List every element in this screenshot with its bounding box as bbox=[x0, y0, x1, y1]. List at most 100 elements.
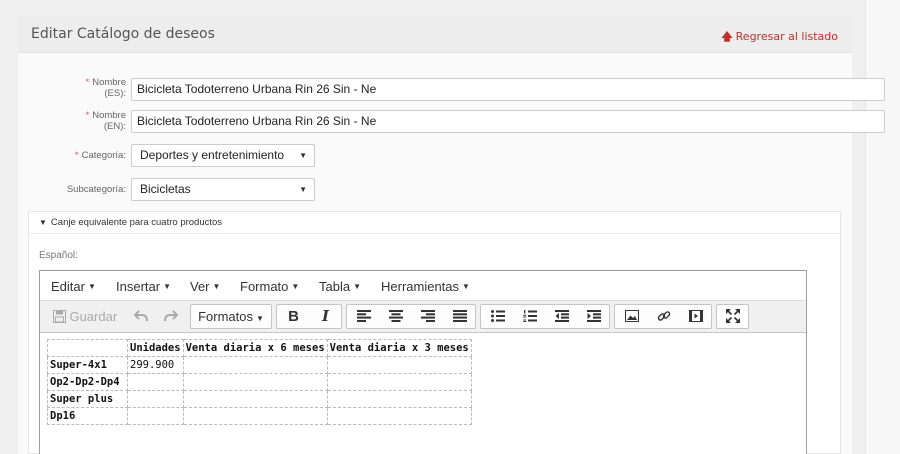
align-justify-button[interactable] bbox=[444, 305, 475, 328]
table-header-row: Unidades Venta diaria x 6 meses Venta di… bbox=[47, 339, 472, 357]
nombre-en-input[interactable]: Bicicleta Todoterreno Urbana Rin 26 Sin … bbox=[131, 110, 885, 133]
save-button[interactable]: Guardar bbox=[50, 305, 120, 328]
table-cell[interactable] bbox=[127, 390, 184, 408]
indent-button[interactable] bbox=[578, 305, 609, 328]
panel-header: Editar Catálogo de deseos 🡅 Regresar al l… bbox=[18, 16, 852, 53]
triangle-down-icon: ▼ bbox=[39, 218, 47, 227]
align-center-button[interactable] bbox=[380, 305, 411, 328]
table-cell[interactable] bbox=[182, 407, 328, 425]
fullscreen-icon bbox=[725, 309, 740, 323]
section-header[interactable]: ▼ Canje equivalente para cuatro productos bbox=[29, 212, 840, 234]
table-cell[interactable]: Dp16 bbox=[47, 407, 128, 425]
nombre-en-label: * Nombre (EN): bbox=[85, 110, 127, 132]
align-left-icon bbox=[356, 310, 371, 322]
formats-dropdown[interactable]: Formatos ▼ bbox=[191, 305, 271, 328]
text-style-group: B I bbox=[276, 304, 342, 329]
table-cell[interactable]: Super plus bbox=[47, 390, 128, 408]
table-cell[interactable] bbox=[127, 373, 184, 391]
editor-content-area[interactable]: Unidades Venta diaria x 6 meses Venta di… bbox=[40, 334, 806, 454]
menu-tabla[interactable]: Tabla ▼ bbox=[319, 279, 361, 294]
back-to-list-link[interactable]: 🡅 Regresar al listado bbox=[721, 28, 838, 47]
caret-down-icon: ▼ bbox=[353, 282, 361, 291]
rich-text-editor: Editar ▼ Insertar ▼ Ver ▼ Formato ▼ Tabla ▼ H… bbox=[39, 270, 807, 454]
save-label: Guardar bbox=[69, 309, 118, 324]
numbered-list-button[interactable] bbox=[514, 305, 545, 328]
table-cell[interactable] bbox=[127, 407, 184, 425]
subcategoria-label: Subcategoría: bbox=[66, 184, 126, 195]
table-header-cell[interactable]: Venta diaria x 6 meses bbox=[182, 339, 328, 357]
bold-button[interactable]: B bbox=[278, 305, 309, 328]
undo-icon bbox=[133, 310, 148, 322]
caret-down-icon: ▼ bbox=[462, 282, 470, 291]
outdent-button[interactable] bbox=[546, 305, 577, 328]
editor-menubar: Editar ▼ Insertar ▼ Ver ▼ Formato ▼ Tabla ▼ H… bbox=[40, 271, 806, 301]
media-icon bbox=[688, 310, 703, 322]
link-icon bbox=[657, 311, 670, 321]
caret-down-icon: ▼ bbox=[255, 314, 264, 323]
table-cell[interactable] bbox=[326, 390, 472, 408]
align-justify-icon bbox=[452, 310, 467, 322]
indent-icon bbox=[586, 310, 601, 322]
arrow-up-icon: 🡅 bbox=[721, 30, 733, 43]
italic-button[interactable]: I bbox=[310, 305, 341, 328]
formats-group: Formatos ▼ bbox=[190, 304, 272, 329]
numbered-list-icon bbox=[522, 310, 537, 322]
align-right-button[interactable] bbox=[412, 305, 443, 328]
insert-link-button[interactable] bbox=[648, 305, 679, 328]
categoria-value: Deportes y entretenimiento bbox=[140, 148, 285, 162]
outdent-icon bbox=[554, 310, 569, 322]
list-group bbox=[480, 304, 610, 329]
table-cell[interactable]: Super-4x1 bbox=[47, 356, 128, 374]
table-header-cell[interactable]: Unidades bbox=[127, 339, 184, 357]
nombre-es-input[interactable]: Bicicleta Todoterreno Urbana Rin 26 Sin … bbox=[131, 78, 885, 101]
align-center-icon bbox=[388, 310, 403, 322]
fullscreen-button[interactable] bbox=[717, 305, 748, 328]
table-row: Super plus bbox=[47, 390, 472, 408]
undo-button[interactable] bbox=[130, 305, 152, 328]
chevron-down-icon: ▼ bbox=[299, 151, 307, 160]
table-cell[interactable] bbox=[326, 407, 472, 425]
data-table[interactable]: Unidades Venta diaria x 6 meses Venta di… bbox=[47, 339, 472, 425]
align-right-icon bbox=[420, 310, 435, 322]
caret-down-icon: ▼ bbox=[212, 282, 221, 291]
alignment-group bbox=[346, 304, 476, 329]
align-left-button[interactable] bbox=[348, 305, 379, 328]
menu-editar[interactable]: Editar ▼ bbox=[51, 279, 96, 294]
right-background-strip bbox=[865, 0, 900, 454]
redo-icon bbox=[164, 310, 179, 322]
fullscreen-group bbox=[716, 304, 749, 329]
language-label: Español: bbox=[39, 250, 78, 261]
edit-panel: Editar Catálogo de deseos 🡅 Regresar al l… bbox=[18, 16, 885, 454]
subcategoria-value: Bicicletas bbox=[140, 182, 191, 196]
table-cell[interactable]: Op2-Dp2-Dp4 bbox=[47, 373, 128, 391]
caret-down-icon: ▼ bbox=[291, 282, 300, 291]
image-icon bbox=[624, 310, 639, 322]
table-row: Op2-Dp2-Dp4 bbox=[47, 373, 472, 391]
subcategoria-select[interactable]: Bicicletas ▼ bbox=[131, 178, 315, 201]
section-title: Canje equivalente para cuatro productos bbox=[50, 217, 223, 228]
bullet-list-icon bbox=[490, 310, 505, 322]
table-header-cell[interactable]: Venta diaria x 3 meses bbox=[326, 339, 472, 357]
back-link-label: Regresar al listado bbox=[735, 30, 838, 43]
table-cell[interactable] bbox=[326, 373, 472, 391]
table-cell[interactable] bbox=[182, 356, 328, 374]
table-cell[interactable]: 299.900 bbox=[127, 356, 184, 374]
page-title: Editar Catálogo de deseos bbox=[31, 26, 215, 42]
bullet-list-button[interactable] bbox=[482, 305, 513, 328]
table-cell[interactable] bbox=[326, 356, 472, 374]
menu-herramientas[interactable]: Herramientas ▼ bbox=[381, 279, 470, 294]
menu-insertar[interactable]: Insertar ▼ bbox=[116, 279, 171, 294]
canje-section: ▼ Canje equivalente para cuatro productos… bbox=[28, 211, 841, 454]
nombre-es-label: * Nombre (ES): bbox=[85, 77, 127, 99]
insert-image-button[interactable] bbox=[616, 305, 647, 328]
table-cell[interactable] bbox=[182, 390, 328, 408]
floppy-icon bbox=[52, 310, 66, 323]
editor-toolbar: Guardar Formatos ▼ B I bbox=[40, 301, 806, 333]
redo-button[interactable] bbox=[160, 305, 182, 328]
insert-media-button[interactable] bbox=[680, 305, 711, 328]
menu-formato[interactable]: Formato ▼ bbox=[240, 279, 299, 294]
table-cell[interactable] bbox=[182, 373, 328, 391]
categoria-select[interactable]: Deportes y entretenimiento ▼ bbox=[131, 144, 315, 167]
menu-ver[interactable]: Ver ▼ bbox=[190, 279, 220, 294]
table-cell[interactable] bbox=[47, 339, 128, 357]
